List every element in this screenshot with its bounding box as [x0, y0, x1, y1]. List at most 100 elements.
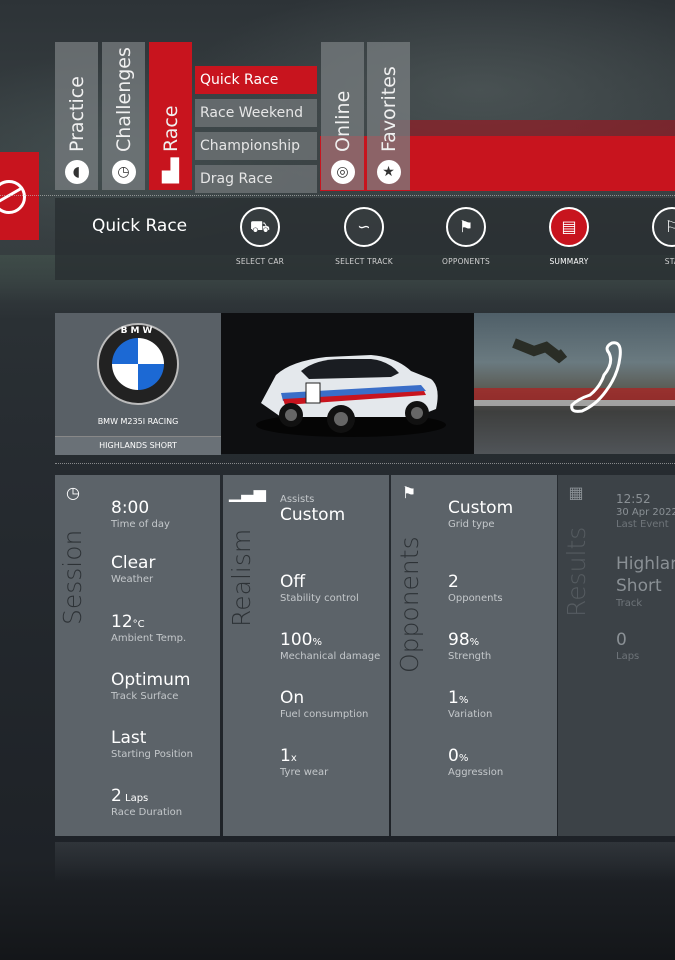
session-weather-value: Clear — [111, 553, 156, 573]
tab-favorites-label: Favorites — [377, 66, 400, 152]
step-opponents[interactable]: ⚑ OPPONENTS — [426, 207, 506, 266]
opponents-icon: ⚑ — [446, 207, 486, 247]
globe-icon: ◎ — [330, 160, 355, 184]
session-track-surface-value: Optimum — [111, 670, 191, 690]
clock-icon: ◷ — [111, 160, 136, 184]
flag-icon: ⚐ — [652, 207, 675, 247]
car-preview-image[interactable] — [221, 313, 474, 454]
opponents-aggression-label: Aggression — [448, 767, 504, 778]
tab-challenges[interactable]: Challenges ◷ — [102, 42, 145, 190]
opponents-grid-type-label: Grid type — [448, 519, 495, 530]
opponents-strength-label: Strength — [448, 651, 492, 662]
session-ambient-temp-label: Ambient Temp. — [111, 633, 187, 644]
session-panel[interactable]: ◷ Session 8:00 Time of day Clear Weather… — [55, 475, 220, 836]
opponents-aggression[interactable]: 0% Aggression — [448, 746, 503, 778]
session-ambient-temp-value: 12 — [111, 612, 133, 632]
results-panel-title: Results — [562, 526, 591, 617]
realism-assists-label: Assists — [280, 494, 315, 505]
realism-stability-control-label: Stability control — [280, 593, 359, 604]
submenu-race-weekend[interactable]: Race Weekend — [195, 99, 317, 127]
step-select-track[interactable]: ∽ SELECT TRACK — [324, 207, 404, 266]
signal-bars-icon: ▁▃▅ — [229, 483, 266, 502]
opponents-variation[interactable]: 1% Variation — [448, 688, 492, 720]
opponents-strength-value: 98 — [448, 630, 470, 650]
realism-mechanical-damage-unit: % — [312, 637, 322, 648]
submenu-drag-race[interactable]: Drag Race — [195, 165, 317, 193]
divider-middle — [55, 463, 675, 465]
opponents-strength[interactable]: 98% Strength — [448, 630, 491, 662]
submenu-quick-race[interactable]: Quick Race — [195, 66, 317, 94]
results-laps: 0 Laps — [616, 630, 639, 662]
tab-favorites[interactable]: Favorites ★ — [367, 42, 410, 190]
clipboard-icon: ▤ — [549, 207, 589, 247]
tab-practice-label: Practice — [65, 76, 88, 152]
realism-tyre-wear-unit: x — [290, 753, 297, 764]
realism-tyre-wear-label: Tyre wear — [280, 767, 329, 778]
track-preview-image[interactable] — [474, 313, 675, 454]
session-ambient-temp[interactable]: 12°C Ambient Temp. — [111, 612, 186, 644]
realism-mechanical-damage-value: 100 — [280, 630, 313, 650]
opponents-panel-title: Opponents — [395, 536, 424, 673]
results-panel[interactable]: ▦ Results 12:52 30 Apr 2022 Last Event H… — [558, 475, 675, 836]
tab-race-label: Race — [159, 105, 182, 152]
opponents-grid-type[interactable]: Custom Grid type — [448, 498, 513, 530]
opponents-panel[interactable]: ⚑ Opponents Custom Grid type 2 Opponents… — [391, 475, 557, 836]
session-race-duration[interactable]: 2 Laps Race Duration — [111, 786, 182, 818]
step-summary[interactable]: ▤ SUMMARY — [529, 207, 609, 266]
opponents-aggression-unit: % — [458, 753, 469, 764]
step-select-car[interactable]: ⛟ SELECT CAR — [220, 207, 300, 266]
session-starting-position-label: Starting Position — [111, 749, 194, 760]
tab-challenges-label: Challenges — [112, 47, 135, 152]
clock-icon: ◷ — [66, 483, 80, 502]
tab-online[interactable]: Online ◎ — [321, 42, 364, 190]
session-track-surface[interactable]: Optimum Track Surface — [111, 670, 190, 702]
tab-practice[interactable]: Practice ◖ — [55, 42, 98, 190]
session-time-of-day[interactable]: 8:00 Time of day — [111, 498, 170, 530]
car-info-card[interactable]: BMW BMW M235I RACING HIGHLANDS SHORT — [55, 313, 221, 455]
podium-icon: ▟ — [162, 159, 179, 184]
bmw-roundel — [112, 338, 164, 390]
realism-assists-value: Custom — [280, 505, 346, 525]
realism-mechanical-damage[interactable]: 100% Mechanical damage — [280, 630, 380, 662]
realism-fuel-consumption-value: On — [280, 688, 305, 708]
realism-fuel-consumption[interactable]: On Fuel consumption — [280, 688, 368, 720]
step-select-track-label: SELECT TRACK — [335, 257, 393, 266]
car-name: BMW M235I RACING — [97, 417, 179, 426]
car-icon: ⛟ — [240, 207, 280, 247]
realism-tyre-wear[interactable]: 1x Tyre wear — [280, 746, 328, 778]
panel-reflection — [55, 842, 675, 882]
bmw-logo-text: BMW — [120, 326, 156, 336]
realism-tyre-wear-value: 1 — [280, 746, 291, 766]
divider-top — [0, 195, 675, 197]
session-starting-position[interactable]: Last Starting Position — [111, 728, 193, 760]
realism-panel[interactable]: ▁▃▅ Realism Assists Custom Off Stability… — [223, 475, 389, 836]
opponents-strength-unit: % — [469, 637, 480, 648]
step-summary-label: SUMMARY — [549, 257, 589, 266]
realism-stability-control-value: Off — [280, 572, 306, 592]
tab-online-label: Online — [331, 90, 354, 152]
tab-race[interactable]: Race ▟ — [149, 42, 192, 190]
opponents-count[interactable]: 2 Opponents — [448, 572, 503, 604]
submenu-championship[interactable]: Championship — [195, 132, 317, 160]
opponents-variation-label: Variation — [448, 709, 493, 720]
results-last-event: 12:52 30 Apr 2022 Last Event — [616, 492, 675, 530]
helmet-icon: ◖ — [64, 160, 89, 184]
realism-stability-control[interactable]: Off Stability control — [280, 572, 359, 604]
opponents-variation-value: 1 — [448, 688, 459, 708]
session-race-duration-unit: Laps — [121, 793, 149, 804]
realism-assists[interactable]: Assists Custom — [280, 493, 345, 525]
track-name: HIGHLANDS SHORT — [55, 436, 221, 455]
track-map-illustration — [474, 338, 675, 413]
results-track-label: Track — [616, 598, 643, 609]
session-weather[interactable]: Clear Weather — [111, 553, 155, 585]
step-start[interactable]: ⚐ STA — [632, 207, 675, 266]
bmw-logo: BMW — [97, 323, 179, 405]
star-icon: ★ — [376, 160, 401, 184]
results-track-value: Highlands Short — [616, 554, 675, 596]
no-entry-icon — [0, 180, 26, 214]
realism-panel-title: Realism — [227, 528, 256, 627]
opponents-count-label: Opponents — [448, 593, 503, 604]
opponents-icon: ⚑ — [401, 483, 417, 502]
step-bar-title: Quick Race — [92, 216, 188, 236]
results-laps-value: 0 — [616, 630, 627, 650]
